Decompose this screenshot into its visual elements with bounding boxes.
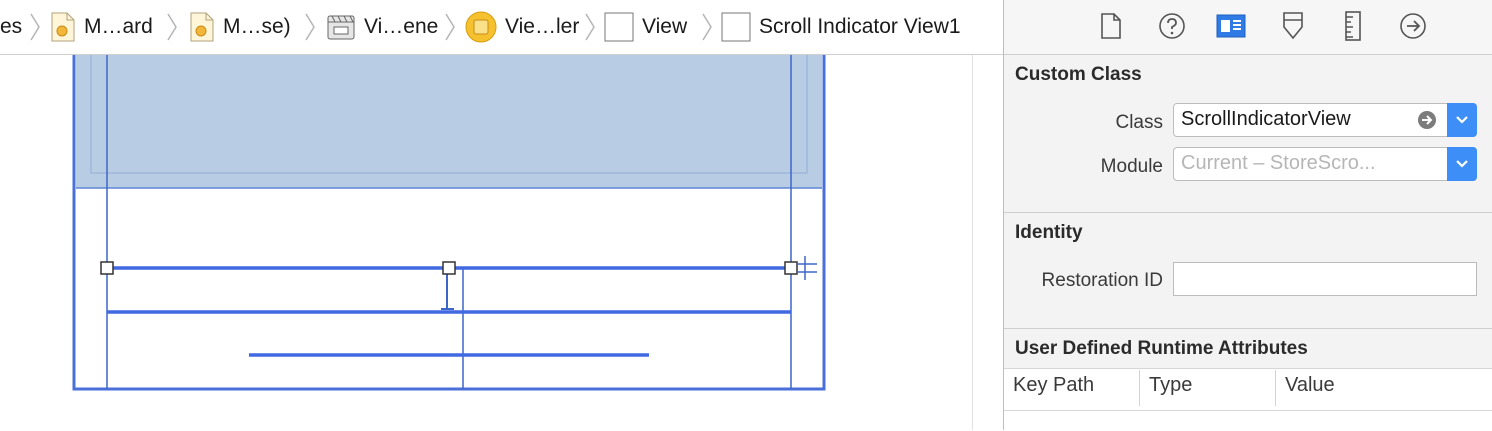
connections-inspector-icon[interactable] xyxy=(1398,11,1428,41)
quick-help-icon[interactable] xyxy=(1157,11,1187,41)
column-divider xyxy=(1275,370,1276,406)
chevron-right-icon xyxy=(30,13,40,41)
class-value: ScrollIndicatorView xyxy=(1181,108,1351,130)
runtime-attributes-title: User Defined Runtime Attributes xyxy=(1015,338,1308,359)
breadcrumb-item-storyboard[interactable]: M…ard xyxy=(50,0,153,54)
column-header-key-path[interactable]: Key Path xyxy=(1013,374,1094,397)
breadcrumb-item-view-controller[interactable]: Vie…ler xyxy=(465,0,579,54)
breadcrumb-label: Scroll Indicator View1 xyxy=(759,15,961,38)
scene-icon xyxy=(326,12,356,42)
view-icon xyxy=(604,12,634,42)
storyboard-icon xyxy=(189,12,215,42)
chevron-down-icon xyxy=(1456,160,1468,168)
class-label: Class xyxy=(1115,112,1163,133)
class-combobox[interactable]: ScrollIndicatorView xyxy=(1173,103,1477,137)
resize-handle-left[interactable] xyxy=(100,261,114,275)
breadcrumb-label: es xyxy=(0,15,23,38)
module-placeholder: Current – StoreScro... xyxy=(1181,152,1376,174)
column-divider xyxy=(1139,370,1140,406)
chevron-right-icon xyxy=(702,13,712,41)
breadcrumb-item-scene[interactable]: Vi…ene xyxy=(326,0,438,54)
chevron-right-icon xyxy=(585,13,595,41)
identity-inspector-icon[interactable] xyxy=(1216,11,1246,41)
inspector-panel: Custom Class Class ScrollIndicatorView M… xyxy=(1003,0,1492,431)
breadcrumb-label: M…se) xyxy=(223,15,291,38)
storyboard-canvas[interactable] xyxy=(0,55,1003,430)
chevron-right-icon xyxy=(305,13,315,41)
view-icon xyxy=(721,12,751,42)
class-dropdown-button[interactable] xyxy=(1447,103,1477,137)
module-dropdown-button[interactable] xyxy=(1447,147,1477,181)
breadcrumb-label: Vie…ler xyxy=(505,15,580,38)
resize-handle-right[interactable] xyxy=(784,261,798,275)
file-inspector-icon[interactable] xyxy=(1096,11,1126,41)
column-header-value[interactable]: Value xyxy=(1285,374,1335,397)
go-to-class-icon[interactable] xyxy=(1417,110,1437,135)
section-divider xyxy=(1004,212,1492,213)
inspector-toolbar xyxy=(1004,0,1492,55)
module-combobox[interactable]: Current – StoreScro... xyxy=(1173,147,1477,181)
chevron-right-icon xyxy=(167,13,177,41)
identity-title: Identity xyxy=(1015,222,1083,243)
breadcrumb: es M…ard M…se) Vi…ene Vie…ler View Scrol… xyxy=(0,0,1003,55)
breadcrumb-label: Vi…ene xyxy=(364,15,439,38)
breadcrumb-item-folder[interactable]: es xyxy=(0,0,22,54)
breadcrumb-label: View xyxy=(642,15,688,38)
attributes-inspector-icon[interactable] xyxy=(1278,11,1308,41)
chevron-down-icon xyxy=(1456,116,1468,124)
container-view[interactable] xyxy=(76,55,822,188)
breadcrumb-item-storyboard-base[interactable]: M…se) xyxy=(189,0,291,54)
section-divider xyxy=(1004,328,1492,329)
size-inspector-icon[interactable] xyxy=(1338,11,1368,41)
canvas-area: es M…ard M…se) Vi…ene Vie…ler View Scrol… xyxy=(0,0,1003,430)
module-label: Module xyxy=(1100,156,1163,177)
column-header-type[interactable]: Type xyxy=(1149,374,1192,397)
resize-handle-center[interactable] xyxy=(442,261,456,275)
chevron-right-icon xyxy=(445,13,455,41)
custom-class-title: Custom Class xyxy=(1015,64,1142,85)
restoration-id-field[interactable] xyxy=(1173,262,1477,296)
breadcrumb-label: M…ard xyxy=(84,15,153,38)
view-controller-icon xyxy=(465,11,497,43)
table-header-divider xyxy=(1004,410,1492,411)
breadcrumb-item-view[interactable]: View xyxy=(604,0,687,54)
breadcrumb-item-scroll-indicator-view[interactable]: Scroll Indicator View1 xyxy=(721,0,961,54)
storyboard-icon xyxy=(50,12,76,42)
restoration-id-label: Restoration ID xyxy=(1041,270,1163,291)
